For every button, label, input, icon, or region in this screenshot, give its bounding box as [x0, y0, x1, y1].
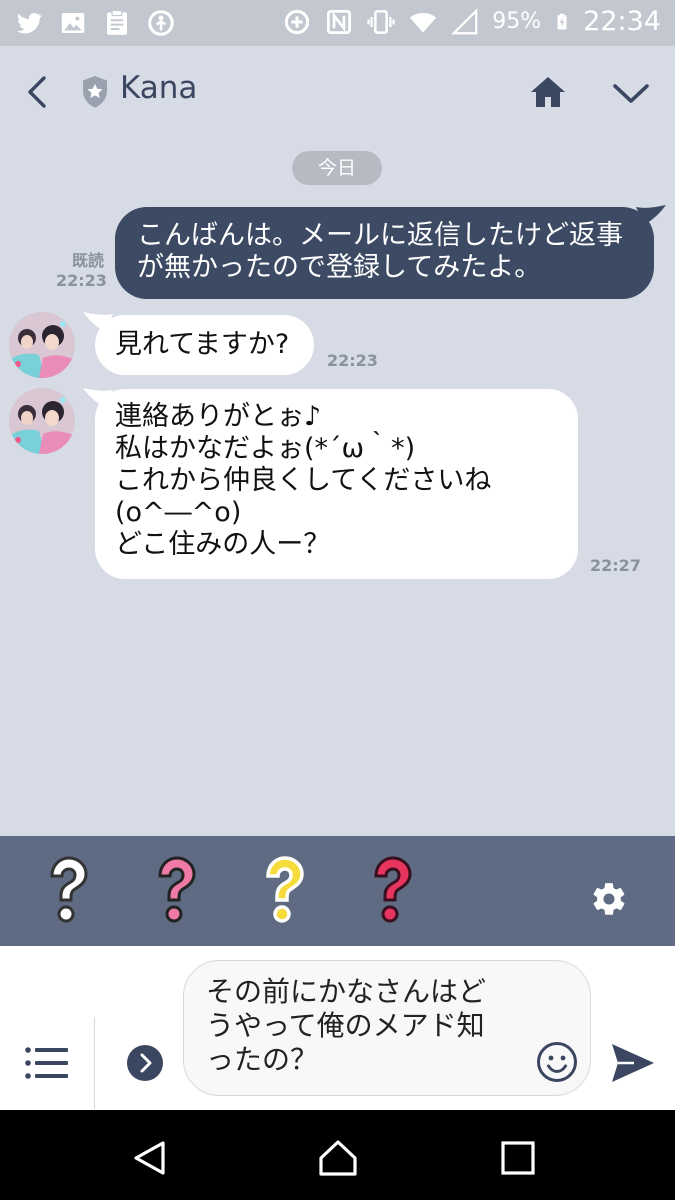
- message-line: これから仲良くしてくださいね: [115, 465, 492, 496]
- message-text: こんばんは。メールに返信したけど返事が無かったので登録してみたよ。: [137, 220, 623, 283]
- chevron-down-icon[interactable]: [610, 78, 652, 108]
- nav-back-icon[interactable]: [130, 1138, 170, 1178]
- date-separator: 今日: [292, 151, 382, 185]
- expand-arrow-icon[interactable]: [126, 1044, 164, 1082]
- message-text: 見れてますか?: [115, 329, 290, 360]
- avatar-photo: [9, 388, 75, 454]
- nav-recents-icon[interactable]: [498, 1138, 538, 1178]
- received-message-bubble[interactable]: 連絡ありがとぉ♪ 私はかなだよぉ(*´ω｀*) これから仲良くしてくださいね (…: [95, 389, 578, 579]
- data-saver-icon: [285, 9, 310, 34]
- status-bar: 95% 22:34: [0, 0, 675, 46]
- battery-percent: 95%: [492, 9, 542, 34]
- image-icon: [61, 13, 85, 33]
- contact-name: Kana: [120, 70, 198, 106]
- message-input[interactable]: その前にかなさんはどうやって俺のメアド知ったの？: [183, 960, 591, 1096]
- shield-star-icon: [83, 76, 107, 108]
- message-line: 連絡ありがとぉ♪: [115, 401, 322, 432]
- read-status: 既読: [71, 251, 104, 270]
- emoji-icon[interactable]: [536, 1041, 578, 1083]
- clock: 22:34: [583, 6, 661, 37]
- avatar[interactable]: [9, 312, 75, 378]
- sent-message-bubble[interactable]: こんばんは。メールに返信したけど返事が無かったので登録してみたよ。: [115, 207, 654, 299]
- menu-list-icon[interactable]: [24, 1045, 70, 1081]
- nfc-icon: [327, 9, 352, 34]
- accessibility-icon: [148, 10, 174, 36]
- sticker-suggestion-bar: [0, 836, 675, 946]
- signal-icon: [451, 7, 478, 34]
- divider: [94, 1017, 95, 1109]
- vibrate-icon: [367, 9, 395, 34]
- read-receipt: 既読 22:23: [56, 251, 107, 291]
- home-icon[interactable]: [528, 74, 568, 110]
- avatar-photo: [9, 312, 75, 378]
- question-sticker-yellow[interactable]: [256, 854, 312, 924]
- message-time: 22:23: [56, 271, 107, 290]
- message-line: どこ住みの人ー？: [115, 529, 331, 560]
- avatar[interactable]: [9, 388, 75, 454]
- clipboard-icon: [107, 9, 127, 35]
- nav-home-icon[interactable]: [318, 1138, 358, 1178]
- question-sticker-red[interactable]: [364, 854, 420, 924]
- gear-icon[interactable]: [590, 880, 628, 918]
- message-line: (o^―^o): [115, 497, 242, 528]
- message-line: 私はかなだよぉ(*´ω｀*): [115, 433, 416, 464]
- message-time: 22:23: [327, 351, 378, 370]
- message-time: 22:27: [590, 556, 641, 575]
- message-input-text: その前にかなさんはどうやって俺のメアド知ったの？: [206, 975, 487, 1076]
- received-message-bubble[interactable]: 見れてますか?: [95, 315, 314, 375]
- wifi-icon: [410, 12, 437, 33]
- system-nav-bar: [0, 1110, 675, 1200]
- back-arrow-icon[interactable]: [20, 72, 54, 112]
- send-icon[interactable]: [610, 1042, 656, 1084]
- question-sticker-pink[interactable]: [148, 854, 204, 924]
- chat-header: Kana: [0, 46, 675, 138]
- question-sticker-white[interactable]: [40, 854, 96, 924]
- battery-icon: [557, 13, 567, 29]
- twitter-icon: [16, 13, 43, 34]
